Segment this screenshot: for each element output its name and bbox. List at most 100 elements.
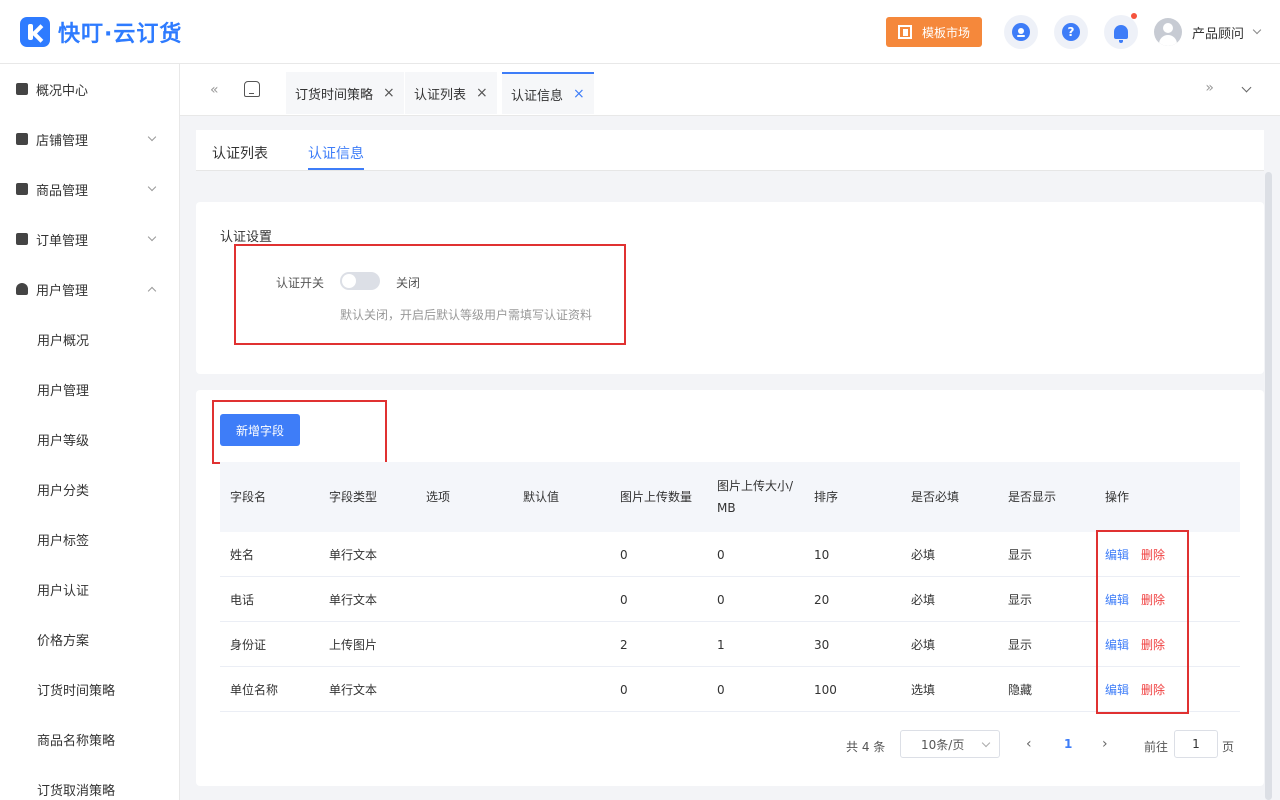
page-tab[interactable]: 订货时间策略 × bbox=[286, 72, 404, 114]
user-icon bbox=[16, 283, 28, 295]
sidebar-item-orders[interactable]: 订单管理 bbox=[0, 214, 179, 264]
page-size-select[interactable]: 10条/页 bbox=[900, 730, 1000, 758]
column-header: 图片上传数量 bbox=[620, 490, 693, 504]
goods-icon bbox=[16, 183, 28, 195]
page-tab-label: 认证信息 bbox=[511, 88, 564, 104]
column-header: 图片上传大小/MB bbox=[717, 479, 794, 515]
tab-auth-list[interactable]: 认证列表 bbox=[212, 143, 268, 163]
section-title: 认证设置 bbox=[220, 230, 273, 245]
notification-dot bbox=[1130, 13, 1137, 19]
sidebar: 概况中心 店铺管理 商品管理 订单管理 用户管理 用户概况 用户管理 用户等级 … bbox=[0, 64, 180, 800]
highlight-box bbox=[234, 244, 626, 345]
pagination: 共 4 条 10条/页 ‹ 1 › 前往 页 bbox=[196, 730, 1264, 760]
sidebar-subitem[interactable]: 用户分类 bbox=[0, 464, 179, 514]
help-button[interactable]: ? bbox=[1053, 15, 1088, 49]
sidebar-item-store[interactable]: 店铺管理 bbox=[0, 114, 179, 164]
sidebar-subitem[interactable]: 用户标签 bbox=[0, 514, 179, 564]
scroll-right-icon[interactable]: » bbox=[1205, 80, 1214, 96]
headset-icon bbox=[1011, 23, 1030, 41]
notification-button[interactable] bbox=[1103, 13, 1138, 49]
chevron-down-icon bbox=[147, 232, 157, 242]
cell-required: 必填 bbox=[911, 638, 936, 652]
fields-table: 字段名 字段类型 选项 默认值 图片上传数量 图片上传大小/MB 排序 是否必填… bbox=[220, 462, 1240, 712]
column-header: 字段类型 bbox=[329, 490, 378, 504]
logo[interactable]: 快叮·云订货 bbox=[20, 16, 182, 48]
cell-name: 身份证 bbox=[230, 638, 267, 652]
user-name[interactable]: 产品顾问 bbox=[1192, 23, 1244, 42]
cell-visible: 显示 bbox=[1008, 548, 1033, 562]
template-icon bbox=[897, 25, 912, 39]
cell-img-size: 0 bbox=[717, 592, 725, 607]
chevron-down-icon[interactable] bbox=[1241, 82, 1252, 93]
table-row: 姓名 单行文本 0 0 10 必填 显示 编辑 删除 bbox=[220, 532, 1240, 577]
prev-page-icon[interactable]: ‹ bbox=[1026, 736, 1032, 752]
add-field-button[interactable]: 新增字段 bbox=[220, 414, 300, 446]
page-tab[interactable]: 认证列表 × bbox=[405, 72, 497, 114]
tab-auth-info[interactable]: 认证信息 bbox=[308, 143, 364, 163]
sidebar-item-label: 店铺管理 bbox=[36, 133, 89, 149]
bell-icon bbox=[1113, 25, 1128, 43]
store-icon bbox=[16, 133, 28, 145]
page-tab-label: 订货时间策略 bbox=[295, 87, 374, 103]
logo-icon bbox=[20, 16, 50, 47]
customer-service-button[interactable] bbox=[1003, 15, 1038, 49]
cell-type: 单行文本 bbox=[329, 548, 378, 562]
sidebar-subitem[interactable]: 价格方案 bbox=[0, 614, 179, 664]
page-number[interactable]: 1 bbox=[1064, 737, 1072, 751]
cell-visible: 显示 bbox=[1008, 638, 1033, 652]
sidebar-subitem[interactable]: 商品名称策略 bbox=[0, 714, 179, 764]
column-header: 默认值 bbox=[523, 490, 560, 504]
goto-label: 前往 bbox=[1144, 740, 1169, 754]
chevron-down-icon bbox=[147, 182, 157, 192]
sidebar-item-users[interactable]: 用户管理 bbox=[0, 264, 179, 314]
sidebar-item-label: 订单管理 bbox=[36, 233, 89, 249]
page-suffix: 页 bbox=[1222, 740, 1235, 754]
sidebar-subitem[interactable]: 订货时间策略 bbox=[0, 664, 179, 714]
main-content: 认证列表 认证信息 认证设置 认证开关 关闭 默认关闭，开启后默认等级用户需填写… bbox=[180, 116, 1280, 800]
cell-sort: 30 bbox=[814, 637, 830, 652]
scroll-left-icon[interactable]: « bbox=[210, 82, 219, 98]
cell-img-count: 2 bbox=[620, 637, 628, 652]
close-icon[interactable]: × bbox=[573, 86, 585, 102]
auth-switch-toggle[interactable] bbox=[340, 272, 380, 290]
sidebar-subitem[interactable]: 订货取消策略 bbox=[0, 764, 179, 800]
header-actions: 模板市场 ? 产品顾问 bbox=[885, 0, 1262, 64]
scrollbar[interactable] bbox=[1265, 172, 1272, 800]
sidebar-item-goods[interactable]: 商品管理 bbox=[0, 164, 179, 214]
table-row: 单位名称 单行文本 0 0 100 选填 隐藏 编辑 删除 bbox=[220, 667, 1240, 712]
fields-card: 新增字段 字段名 字段类型 选项 默认值 图片上传数量 图片上传大小/MB 排序… bbox=[196, 390, 1264, 786]
cell-img-count: 0 bbox=[620, 682, 628, 697]
sidebar-subitem[interactable]: 用户等级 bbox=[0, 414, 179, 464]
close-icon[interactable]: × bbox=[476, 85, 488, 101]
auth-settings-card: 认证设置 认证开关 关闭 默认关闭，开启后默认等级用户需填写认证资料 bbox=[196, 202, 1264, 374]
lock-icon bbox=[16, 83, 28, 95]
page-tab-active[interactable]: 认证信息 × bbox=[502, 72, 594, 114]
template-market-button[interactable]: 模板市场 bbox=[885, 17, 982, 47]
cell-required: 必填 bbox=[911, 548, 936, 562]
home-icon[interactable] bbox=[244, 81, 260, 97]
cell-sort: 100 bbox=[814, 682, 837, 697]
close-icon[interactable]: × bbox=[383, 85, 395, 101]
switch-knob bbox=[342, 274, 356, 288]
sidebar-subitem[interactable]: 用户概况 bbox=[0, 314, 179, 364]
avatar[interactable] bbox=[1153, 18, 1182, 46]
chevron-down-icon[interactable] bbox=[1252, 25, 1262, 35]
cell-visible: 隐藏 bbox=[1008, 683, 1033, 697]
table-row: 身份证 上传图片 2 1 30 必填 显示 编辑 删除 bbox=[220, 622, 1240, 667]
next-page-icon[interactable]: › bbox=[1102, 736, 1108, 752]
chevron-down-icon bbox=[147, 132, 157, 142]
template-market-label: 模板市场 bbox=[921, 25, 970, 40]
top-header: 快叮·云订货 模板市场 ? 产品顾问 bbox=[0, 0, 1280, 64]
sidebar-item-overview[interactable]: 概况中心 bbox=[0, 64, 179, 114]
chevron-up-icon bbox=[147, 286, 157, 296]
auth-switch-state: 关闭 bbox=[396, 276, 421, 290]
logo-text: 快叮·云订货 bbox=[58, 21, 183, 47]
page-tab-bar: « 订货时间策略 × 认证列表 × 认证信息 × » bbox=[180, 64, 1280, 116]
goto-page-input[interactable] bbox=[1174, 730, 1218, 758]
sidebar-subitem[interactable]: 用户管理 bbox=[0, 364, 179, 414]
cell-sort: 10 bbox=[814, 547, 830, 562]
column-header: 操作 bbox=[1105, 490, 1130, 504]
cell-sort: 20 bbox=[814, 592, 830, 607]
auth-switch-label: 认证开关 bbox=[276, 276, 325, 290]
sidebar-subitem[interactable]: 用户认证 bbox=[0, 564, 179, 614]
